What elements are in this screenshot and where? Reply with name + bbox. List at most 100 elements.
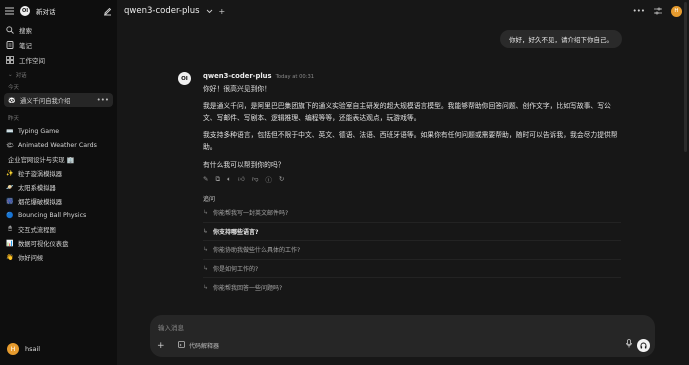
user-name: hsail xyxy=(25,345,41,353)
message-input[interactable]: 输入消息 xyxy=(158,322,184,332)
sidebar-item-search[interactable]: 搜索 xyxy=(0,22,117,37)
microphone-icon[interactable] xyxy=(626,339,632,350)
section-label: 对话 xyxy=(15,73,27,79)
plus-icon[interactable]: + xyxy=(157,341,165,351)
chat-item[interactable]: 🪐 太阳系模拟器 xyxy=(0,180,117,194)
sidebar-item-notes[interactable]: 笔记 xyxy=(0,37,117,52)
new-chat-label[interactable]: 新对话 xyxy=(36,6,97,16)
info-icon[interactable]: ⓘ xyxy=(265,174,272,184)
message-paragraph: 我是通义千问，是阿里巴巴集团旗下的通义实验室自主研发的超大规模语言模型。我能够帮… xyxy=(203,101,611,123)
chat-title: 你好问候 xyxy=(18,254,44,262)
more-options-icon[interactable]: ••• xyxy=(633,7,645,15)
chat-item[interactable]: 🌤 Animated Weather Cards xyxy=(0,138,117,152)
chat-emoji: 🐼 xyxy=(8,96,16,104)
sidebar-item-label: 搜索 xyxy=(19,26,32,35)
reply-arrow-icon: ↳ xyxy=(203,246,209,254)
chats-section-header[interactable]: ⌄ 对话 xyxy=(0,69,117,81)
message-paragraph: 我支持多种语言，包括但不限于中文、英文、德语、法语、西班牙语等。如果你有任何问题… xyxy=(203,130,618,152)
chat-emoji: ✨ xyxy=(6,169,14,177)
reply-arrow-icon: ↳ xyxy=(203,283,209,291)
sidebar-item-label: 笔记 xyxy=(19,41,32,50)
reply-arrow-icon: ↳ xyxy=(203,264,209,272)
chat-emoji: 🔵 xyxy=(6,211,14,219)
chat-item-active[interactable]: 🐼 通义千问自我介绍 ••• xyxy=(4,93,113,107)
add-model-icon[interactable]: + xyxy=(219,7,226,16)
followup-section: 追问 ↳ 你能帮我写一封英文邮件吗? ↳ 你支持哪些语言? ↳ 你能协助我做些什么具体… xyxy=(203,194,621,297)
sidebar-header: OI 新对话 xyxy=(0,0,117,22)
chat-emoji: 🎆 xyxy=(6,197,14,205)
scrollbar[interactable] xyxy=(684,2,687,152)
app-logo: OI xyxy=(20,6,30,16)
chat-emoji: 📊 xyxy=(6,239,14,247)
thumbs-up-icon[interactable]: 👍︎ xyxy=(238,175,245,183)
regenerate-icon[interactable]: ↻ xyxy=(279,175,284,183)
more-options-icon[interactable]: ••• xyxy=(97,96,109,104)
chat-emoji: ⌨️ xyxy=(6,127,14,135)
headphones-icon xyxy=(640,342,647,349)
model-selector[interactable]: qwen3-coder-plus xyxy=(124,6,200,16)
chat-emoji: 🖱 xyxy=(8,225,12,232)
followup-text: 你是如何工作的? xyxy=(213,265,259,273)
assistant-message-body: qwen3-coder-plus Today at 00:31 你好！很高兴见到… xyxy=(203,72,621,297)
chat-item[interactable]: ⌨️ Typing Game xyxy=(0,124,117,138)
chat-item[interactable]: ✨ 粒子漩涡模拟器 xyxy=(0,166,117,180)
assistant-message: OI qwen3-coder-plus Today at 00:31 你好！很高… xyxy=(178,72,621,297)
chat-title: 通义千问自我介绍 xyxy=(20,97,71,105)
message-paragraph: 有什么我可以帮到你的吗？ xyxy=(203,160,285,169)
user-message-bubble: 你好，好久不见，请介绍下你自己。 xyxy=(500,30,622,48)
followup-item[interactable]: ↳ 你支持哪些语言? xyxy=(203,223,621,241)
assistant-avatar: OI xyxy=(178,72,191,85)
message-composer[interactable]: 输入消息 + 代码解释器 xyxy=(150,315,655,357)
yesterday-section-label: 昨天 xyxy=(8,116,20,122)
chevron-down-icon[interactable] xyxy=(206,9,213,14)
sidebar-item-label: 工作空间 xyxy=(19,56,45,65)
avatar[interactable]: H xyxy=(671,5,682,17)
message-paragraph: 你好！很高兴见到你！ xyxy=(203,85,271,93)
followup-item[interactable]: ↳ 你能帮我回答一些问题吗? xyxy=(203,278,621,297)
code-interpreter-toggle[interactable]: 代码解释器 xyxy=(178,341,219,350)
reply-arrow-icon: ↳ xyxy=(203,227,209,235)
chat-item[interactable]: 企业官网设计与实现 🏢 xyxy=(0,152,117,166)
chat-title: 交互式流程图 xyxy=(18,226,56,234)
settings-sliders-icon[interactable] xyxy=(654,7,662,15)
chat-title: 烟花爆破模拟器 xyxy=(18,198,63,206)
code-interpreter-label: 代码解释器 xyxy=(189,343,220,350)
menu-icon[interactable] xyxy=(5,7,14,15)
followup-text: 你能协助我做些什么具体的工作? xyxy=(213,247,301,255)
followup-text: 你支持哪些语言? xyxy=(213,228,259,236)
edit-icon[interactable]: ✎ xyxy=(203,175,208,183)
followup-item[interactable]: ↳ 你能帮我写一封英文邮件吗? xyxy=(203,204,621,223)
reply-arrow-icon: ↳ xyxy=(203,209,209,217)
chat-emoji: 🌤 xyxy=(6,141,14,149)
chat-title: 数据可视化仪表盘 xyxy=(18,240,69,248)
message-header: qwen3-coder-plus Today at 00:31 xyxy=(203,72,621,82)
chat-title: Animated Weather Cards xyxy=(18,141,97,149)
notes-icon xyxy=(6,40,14,49)
voice-mode-button[interactable] xyxy=(637,339,650,352)
speaker-icon[interactable]: 🔈︎ xyxy=(227,175,231,184)
code-interpreter-icon xyxy=(178,341,185,350)
search-icon xyxy=(6,25,14,34)
chat-item[interactable]: 🎆 烟花爆破模拟器 xyxy=(0,194,117,208)
copy-icon[interactable]: ⧉ xyxy=(215,175,220,184)
top-bar-actions: ••• H xyxy=(633,5,682,17)
followup-text: 你能帮我写一封英文邮件吗? xyxy=(213,210,289,218)
followup-item[interactable]: ↳ 你能协助我做些什么具体的工作? xyxy=(203,241,621,260)
sidebar: OI 新对话 搜索 笔记 工作空间 ⌄ 对话 今天 🐼 通义千问自我介绍 •••… xyxy=(0,0,117,365)
main-panel: qwen3-coder-plus + ••• H 你好，好久不见，请介绍下你自己… xyxy=(117,0,689,365)
chat-title: 太阳系模拟器 xyxy=(18,184,56,192)
assistant-model-name: qwen3-coder-plus xyxy=(203,72,272,80)
new-chat-icon[interactable] xyxy=(103,7,112,16)
chat-item[interactable]: 👋 你好问候 xyxy=(0,250,117,264)
today-section-label: 今天 xyxy=(8,85,20,91)
chat-item[interactable]: 🔵 Bouncing Ball Physics xyxy=(0,208,117,222)
thumbs-down-icon[interactable]: 👎︎ xyxy=(252,175,259,183)
user-profile[interactable]: H hsail xyxy=(7,343,40,355)
chat-item[interactable]: 🖱 交互式流程图 xyxy=(0,222,117,236)
sidebar-nav: 搜索 笔记 工作空间 xyxy=(0,22,117,67)
message-timestamp: Today at 00:31 xyxy=(275,74,315,80)
followup-item[interactable]: ↳ 你是如何工作的? xyxy=(203,260,621,278)
sidebar-item-workspace[interactable]: 工作空间 xyxy=(0,52,117,67)
chat-item[interactable]: 📊 数据可视化仪表盘 xyxy=(0,236,117,250)
followup-text: 你能帮我回答一些问题吗? xyxy=(213,284,283,292)
